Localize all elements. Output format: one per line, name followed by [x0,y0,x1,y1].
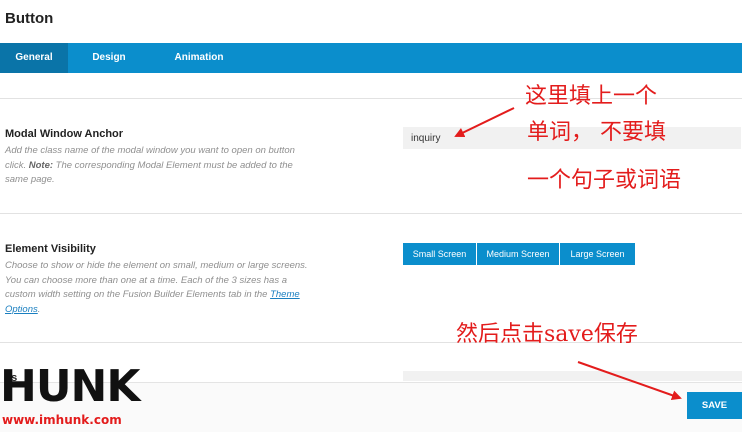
arrow-to-input [454,107,515,138]
arrow-to-save [577,361,682,401]
watermark-url: www.imhunk.com [2,413,122,427]
watermark-logo: HUNK [0,361,140,412]
